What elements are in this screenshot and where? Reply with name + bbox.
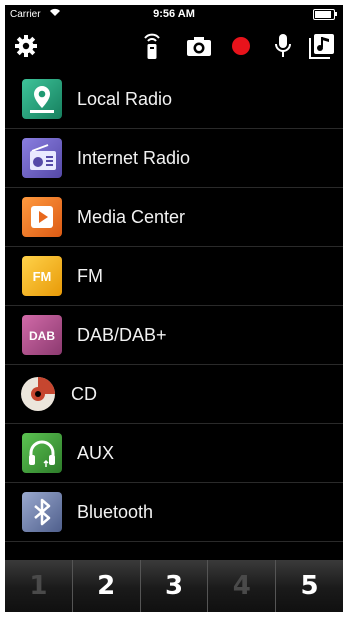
disc-icon (18, 374, 58, 414)
record-icon[interactable] (226, 31, 256, 61)
preset-button-3[interactable]: 3 (141, 560, 209, 612)
camera-icon[interactable] (184, 31, 214, 61)
toolbar (5, 25, 343, 69)
status-time: 9:56 AM (153, 8, 195, 20)
preset-button-5[interactable]: 5 (276, 560, 343, 612)
battery-icon (313, 9, 337, 20)
map-pin-icon (22, 79, 62, 119)
microphone-icon[interactable] (268, 31, 298, 61)
menu-item-local-radio[interactable]: Local Radio (5, 70, 343, 128)
menu-item-fm[interactable]: FM FM (5, 246, 343, 305)
preset-button-4[interactable]: 4 (208, 560, 277, 612)
menu-item-bluetooth[interactable]: Bluetooth (5, 482, 343, 541)
preset-button-1[interactable]: 1 (5, 560, 73, 612)
menu-item-label: FM (77, 266, 103, 286)
menu-item-label: AUX (77, 443, 115, 463)
fm-icon: FM (22, 256, 62, 296)
menu-item-internet-radio[interactable]: Internet Radio (5, 128, 343, 187)
menu-item-cd[interactable]: CD (5, 364, 343, 423)
svg-text:FM: FM (33, 269, 52, 284)
menu-item-label: DAB/DAB+ (77, 325, 167, 345)
menu-divider (5, 541, 343, 543)
menu-item-label: Internet Radio (77, 148, 191, 168)
radio-icon (22, 138, 62, 178)
gear-icon[interactable] (11, 31, 41, 61)
play-icon (22, 197, 62, 237)
menu-item-label: Local Radio (77, 89, 173, 109)
dab-icon: DAB (22, 315, 62, 355)
menu-item-aux[interactable]: AUX (5, 423, 343, 482)
app-screen: Carrier 9:56 AM Local Radio Internet Rad… (5, 5, 343, 612)
source-menu: Local Radio Internet Radio Media Center … (5, 70, 343, 543)
menu-item-media-center[interactable]: Media Center (5, 187, 343, 246)
menu-item-label: Bluetooth (77, 502, 154, 522)
preset-button-2[interactable]: 2 (73, 560, 141, 612)
menu-item-label: Media Center (77, 207, 186, 227)
remote-icon[interactable] (137, 31, 167, 61)
bluetooth-icon (22, 492, 62, 532)
svg-text:DAB: DAB (29, 329, 55, 343)
menu-item-dab[interactable]: DAB DAB/DAB+ (5, 305, 343, 364)
menu-item-label: CD (71, 384, 97, 404)
headphones-icon (22, 433, 62, 473)
preset-bar: 1 2 3 4 5 (5, 560, 343, 612)
music-note-icon[interactable] (307, 31, 337, 61)
battery-level (315, 11, 331, 18)
status-bar: Carrier 9:56 AM (5, 5, 343, 25)
